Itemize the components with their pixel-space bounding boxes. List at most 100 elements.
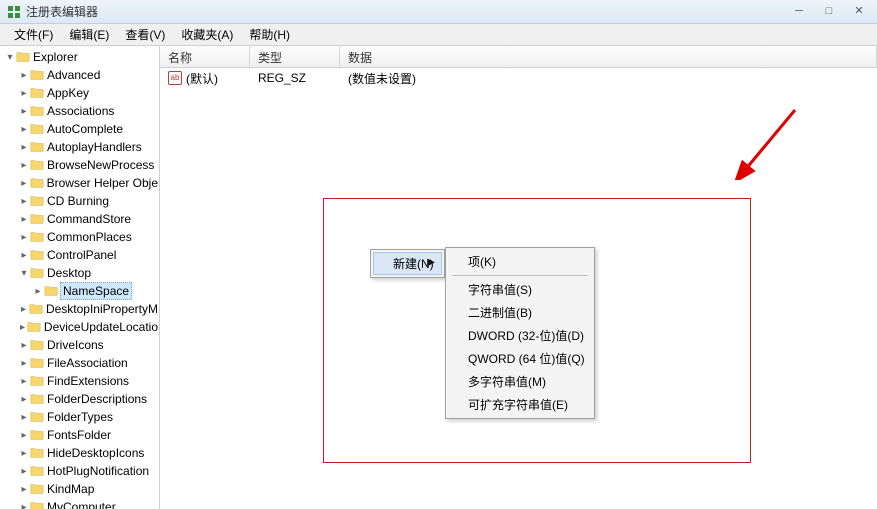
tree-label: HotPlugNotification	[46, 463, 150, 479]
tree-item[interactable]: ▸AutoComplete	[0, 120, 159, 138]
expander-icon[interactable]: ▸	[18, 322, 27, 333]
expander-icon[interactable]: ▸	[18, 484, 30, 495]
expander-icon[interactable]: ▸	[18, 250, 30, 261]
expander-icon[interactable]: ▸	[18, 124, 30, 135]
tree-item[interactable]: ▸DesktopIniPropertyM	[0, 300, 159, 318]
minimize-button[interactable]: ─	[785, 4, 813, 20]
tree-label: HideDesktopIcons	[46, 445, 145, 461]
expander-icon[interactable]: ▸	[18, 466, 30, 477]
context-submenu[interactable]: 项(K) 字符串值(S)二进制值(B)DWORD (32-位)值(D)QWORD …	[445, 247, 595, 419]
tree-item[interactable]: ▸ Advanced	[0, 66, 159, 84]
tree-label: CommandStore	[46, 211, 132, 227]
tree-label: Desktop	[46, 265, 92, 281]
tree-item[interactable]: ▸NameSpace	[0, 282, 159, 300]
tree-label: AppKey	[46, 85, 90, 101]
context-menu[interactable]: 新建(N) ▶	[370, 249, 445, 278]
ctx-sub-item[interactable]: 项(K)	[448, 250, 592, 273]
folder-icon	[30, 374, 44, 388]
tree-item[interactable]: ▾ Desktop	[0, 264, 159, 282]
expander-icon[interactable]: ▸	[18, 304, 29, 315]
expander-icon[interactable]: ▸	[18, 394, 30, 405]
ctx-sub-item[interactable]: 多字符串值(M)	[448, 370, 592, 393]
tree-item[interactable]: ▸CD Burning	[0, 192, 159, 210]
expander-icon[interactable]: ▸	[18, 196, 30, 207]
expander-icon[interactable]: ▸	[18, 106, 30, 117]
tree-item[interactable]: ▸ KindMap	[0, 480, 159, 498]
ctx-sub-item[interactable]: DWORD (32-位)值(D)	[448, 324, 592, 347]
tree-item[interactable]: ▸ HotPlugNotification	[0, 462, 159, 480]
expander-icon[interactable]: ▸	[18, 448, 30, 459]
expander-icon[interactable]: ▸	[18, 340, 30, 351]
tree-item[interactable]: ▸Associations	[0, 102, 159, 120]
tree-label: CommonPlaces	[46, 229, 133, 245]
tree-label: Advanced	[46, 67, 101, 83]
tree-item[interactable]: ▸ AppKey	[0, 84, 159, 102]
content-area: ▾Explorer▸Advanced▸AppKey▸Associations▸A…	[0, 46, 877, 509]
tree-item[interactable]: ▸ControlPanel	[0, 246, 159, 264]
expander-icon[interactable]: ▸	[18, 142, 30, 153]
tree-item[interactable]: ▸ FileAssociation	[0, 354, 159, 372]
folder-icon	[30, 338, 44, 352]
tree-item[interactable]: ▸ CommandStore	[0, 210, 159, 228]
cell-type: REG_SZ	[250, 71, 340, 85]
expander-icon[interactable]: ▾	[18, 268, 30, 279]
tree-item[interactable]: ▸FindExtensions	[0, 372, 159, 390]
maximize-button[interactable]: □	[815, 4, 843, 20]
col-header-data[interactable]: 数据	[340, 46, 877, 67]
expander-icon[interactable]: ▸	[18, 88, 30, 99]
menu-favorites[interactable]: 收藏夹(A)	[173, 24, 241, 45]
list-panel[interactable]: 名称 类型 数据 ab (默认) REG_SZ (数值未设置) 新建(N) ▶ …	[160, 46, 877, 509]
folder-icon	[27, 320, 41, 334]
col-header-type[interactable]: 类型	[250, 46, 340, 67]
tree-label: FolderDescriptions	[46, 391, 148, 407]
folder-icon	[30, 194, 44, 208]
menu-file[interactable]: 文件(F)	[6, 24, 61, 45]
expander-icon[interactable]: ▸	[32, 286, 44, 297]
close-button[interactable]: ✕	[845, 4, 873, 20]
folder-icon	[30, 446, 44, 460]
tree-item[interactable]: ▸DeviceUpdateLocatio	[0, 318, 159, 336]
ctx-sub-item[interactable]: 二进制值(B)	[448, 301, 592, 324]
col-header-name[interactable]: 名称	[160, 46, 250, 67]
ctx-sub-item[interactable]: 可扩充字符串值(E)	[448, 393, 592, 416]
tree-item[interactable]: ▸ CommonPlaces	[0, 228, 159, 246]
tree-item[interactable]: ▸DriveIcons	[0, 336, 159, 354]
tree-item[interactable]: ▸Browser Helper Obje	[0, 174, 159, 192]
expander-icon[interactable]: ▸	[18, 412, 30, 423]
folder-icon	[30, 356, 44, 370]
expander-icon[interactable]: ▸	[18, 376, 30, 387]
expander-icon[interactable]: ▸	[18, 70, 30, 81]
folder-icon	[16, 50, 30, 64]
expander-icon[interactable]: ▸	[18, 232, 30, 243]
expander-icon[interactable]: ▸	[18, 214, 30, 225]
tree-item[interactable]: ▾Explorer	[0, 48, 159, 66]
tree-item[interactable]: ▸ HideDesktopIcons	[0, 444, 159, 462]
folder-icon	[29, 302, 43, 316]
tree-item[interactable]: ▸ FolderDescriptions	[0, 390, 159, 408]
expander-icon[interactable]: ▸	[18, 430, 30, 441]
tree-item[interactable]: ▸MyComputer	[0, 498, 159, 509]
tree-item[interactable]: ▸BrowseNewProcess	[0, 156, 159, 174]
ctx-sub-item[interactable]: 字符串值(S)	[448, 278, 592, 301]
expander-icon[interactable]: ▸	[18, 160, 30, 171]
menu-help[interactable]: 帮助(H)	[241, 24, 298, 45]
ctx-sub-item[interactable]: QWORD (64 位)值(Q)	[448, 347, 592, 370]
expander-icon[interactable]: ▸	[18, 502, 30, 509]
expander-icon[interactable]: ▸	[18, 178, 30, 189]
ctx-new[interactable]: 新建(N) ▶	[373, 252, 442, 275]
menu-edit[interactable]: 编辑(E)	[61, 24, 117, 45]
string-value-icon: ab	[168, 71, 182, 85]
tree-item[interactable]: ▸ FolderTypes	[0, 408, 159, 426]
cell-name: ab (默认)	[160, 70, 250, 87]
tree-label: FileAssociation	[46, 355, 129, 371]
tree-panel[interactable]: ▾Explorer▸Advanced▸AppKey▸Associations▸A…	[0, 46, 160, 509]
list-row[interactable]: ab (默认) REG_SZ (数值未设置)	[160, 68, 877, 88]
tree-item[interactable]: ▸AutoplayHandlers	[0, 138, 159, 156]
value-name: (默认)	[186, 70, 218, 87]
menu-view[interactable]: 查看(V)	[117, 24, 173, 45]
tree-item[interactable]: ▸FontsFolder	[0, 426, 159, 444]
tree-label: KindMap	[46, 481, 95, 497]
expander-icon[interactable]: ▸	[18, 358, 30, 369]
tree-label: FolderTypes	[46, 409, 114, 425]
expander-icon[interactable]: ▾	[4, 52, 16, 63]
